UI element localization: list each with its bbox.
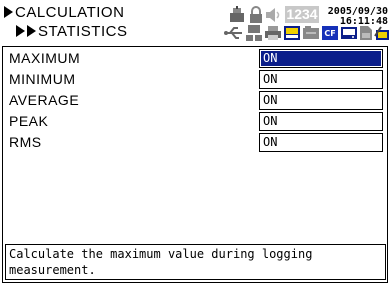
header-bar: CALCULATION STATISTICS 1234 2005/09/30 1…	[0, 0, 392, 46]
network-icon	[246, 25, 262, 41]
help-text-box: Calculate the maximum value during loggi…	[5, 244, 386, 280]
setting-row-peak[interactable]: PEAK ON	[3, 111, 387, 132]
lock-icon	[250, 6, 262, 23]
average-value-field[interactable]: ON	[259, 91, 383, 110]
setting-row-average[interactable]: AVERAGE ON	[3, 90, 387, 111]
drive-icon	[341, 27, 357, 39]
minimum-value-field[interactable]: ON	[259, 70, 383, 89]
peak-value-field[interactable]: ON	[259, 112, 383, 131]
svg-text:CF: CF	[324, 29, 335, 38]
breadcrumb-level1: CALCULATION	[4, 5, 124, 21]
cf-card-icon: CF	[322, 26, 338, 40]
arrow-right-icon	[27, 25, 36, 37]
setting-label: PEAK	[9, 113, 49, 129]
settings-panel: MAXIMUM ON MINIMUM ON AVERAGE ON PEAK ON…	[2, 46, 388, 283]
setting-row-minimum[interactable]: MINIMUM ON	[3, 69, 387, 90]
arrow-right-icon	[4, 6, 13, 18]
battery-icon	[374, 26, 389, 40]
printer-icon	[265, 26, 281, 40]
rms-value-field[interactable]: ON	[259, 133, 383, 152]
memory-card-icon	[360, 26, 372, 40]
breadcrumb-level2-label: STATISTICS	[38, 23, 128, 40]
setting-label: RMS	[9, 134, 42, 150]
speaker-icon	[266, 8, 280, 22]
breadcrumb-level2: STATISTICS	[16, 24, 127, 40]
setting-row-maximum[interactable]: MAXIMUM ON	[3, 48, 387, 69]
trigger-icon	[230, 6, 244, 22]
setting-label: MINIMUM	[9, 71, 76, 87]
counter-display: 1234	[285, 6, 319, 23]
arrow-right-icon	[16, 25, 25, 37]
usb-icon	[224, 27, 242, 39]
breadcrumb-level1-label: CALCULATION	[15, 4, 125, 21]
maximum-value-field[interactable]: ON	[259, 49, 383, 68]
status-icons: 1234 2005/09/30 16:11:48 CF	[224, 4, 390, 44]
setting-label: AVERAGE	[9, 92, 80, 108]
memory-icon	[284, 26, 300, 40]
setting-label: MAXIMUM	[9, 50, 81, 66]
setting-row-rms[interactable]: RMS ON	[3, 132, 387, 153]
disk-icon	[303, 26, 319, 39]
